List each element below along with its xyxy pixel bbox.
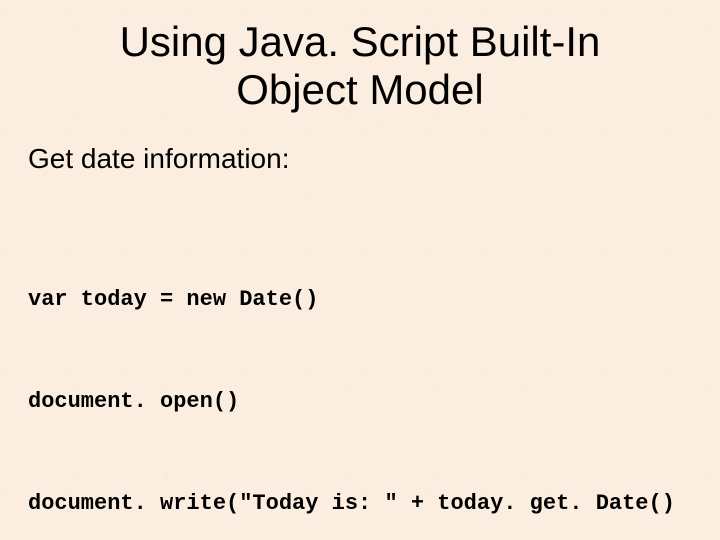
code-line: var today = new Date() xyxy=(28,283,692,317)
title-line-2: Object Model xyxy=(236,66,483,113)
slide: Using Java. Script Built-In Object Model… xyxy=(0,0,720,540)
slide-title: Using Java. Script Built-In Object Model xyxy=(28,18,692,115)
title-line-1: Using Java. Script Built-In xyxy=(120,18,601,65)
code-block: var today = new Date() document. open() … xyxy=(28,215,692,540)
slide-subhead: Get date information: xyxy=(28,143,692,175)
code-line: document. write("Today is: " + today. ge… xyxy=(28,487,692,521)
code-line: document. open() xyxy=(28,385,692,419)
